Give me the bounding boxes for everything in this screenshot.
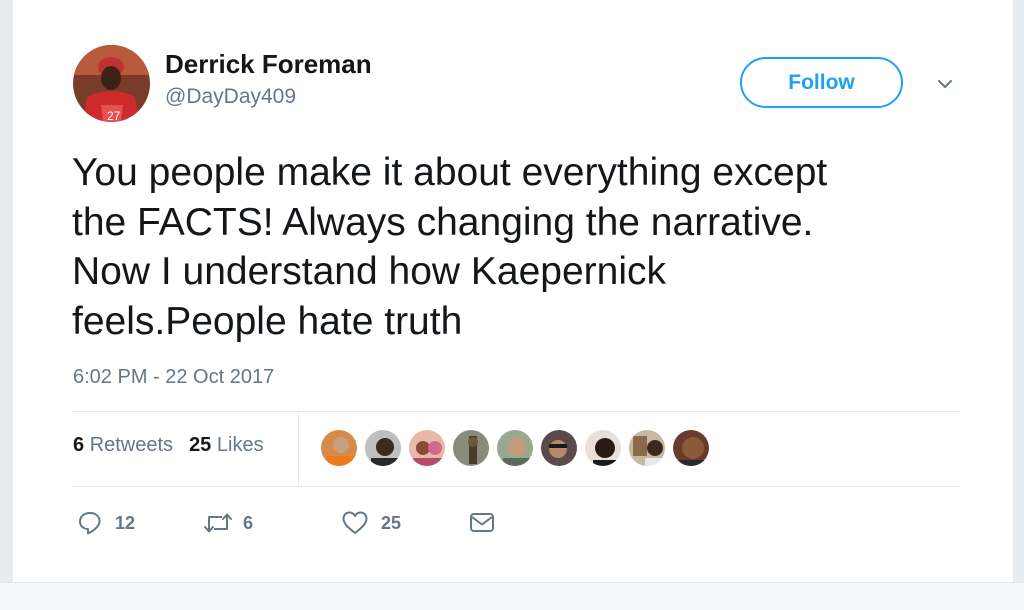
likes-stat-label: Likes <box>216 434 264 456</box>
tweet-text: You people make it about everything exce… <box>72 148 972 346</box>
tweet-timestamp[interactable]: 6:02 PM - 22 Oct 2017 <box>73 366 274 389</box>
like-count: 25 <box>381 512 402 533</box>
heart-icon <box>341 510 369 536</box>
footer-strip <box>0 582 1024 610</box>
tweet-text-line: Now I understand how Kaepernick <box>72 250 667 293</box>
direct-message-button[interactable] <box>469 508 495 538</box>
envelope-icon <box>469 511 495 535</box>
liker-avatar[interactable] <box>319 428 359 468</box>
retweet-count: 6 <box>243 512 254 533</box>
reply-button[interactable]: 12 <box>77 508 135 538</box>
retweets-stat-label: Retweets <box>89 434 174 456</box>
tweet-text-line: feels.People hate truth <box>72 299 463 343</box>
liker-avatar[interactable] <box>363 428 403 468</box>
tweet-card: 27 Derrick Foreman @DayDay409 Follow You… <box>12 0 1014 582</box>
likes-stat-count: 25 <box>189 434 212 456</box>
tweet-stats: 6 Retweets 25 Likes <box>73 434 264 457</box>
author-avatar[interactable]: 27 <box>73 45 150 122</box>
liker-avatar[interactable] <box>451 428 491 468</box>
stats-divider <box>298 413 299 486</box>
svg-text:27: 27 <box>107 109 121 122</box>
author-handle[interactable]: @DayDay409 <box>165 85 296 109</box>
follow-button[interactable]: Follow <box>740 57 903 108</box>
liker-avatar[interactable] <box>495 428 535 468</box>
liker-avatar[interactable] <box>627 428 667 468</box>
retweets-stat-count: 6 <box>73 434 85 456</box>
divider <box>72 486 960 487</box>
retweet-button[interactable]: 6 <box>203 508 253 538</box>
liker-avatar[interactable] <box>407 428 447 468</box>
author-display-name[interactable]: Derrick Foreman <box>165 49 372 80</box>
reply-icon <box>77 510 103 536</box>
tweet-text-line: You people make it about everything exce… <box>72 151 828 194</box>
liker-avatar[interactable] <box>671 428 711 468</box>
like-button[interactable]: 25 <box>341 508 401 538</box>
liker-avatar[interactable] <box>583 428 623 468</box>
liker-avatar[interactable] <box>539 428 579 468</box>
likes-stat[interactable]: 25 Likes <box>189 434 264 456</box>
chevron-down-icon[interactable] <box>935 74 955 94</box>
reply-count: 12 <box>115 512 136 533</box>
divider <box>72 411 960 412</box>
retweets-stat[interactable]: 6 Retweets <box>73 434 173 456</box>
tweet-text-line: the FACTS! Always changing the narrative… <box>72 200 814 244</box>
retweet-icon <box>203 510 233 536</box>
